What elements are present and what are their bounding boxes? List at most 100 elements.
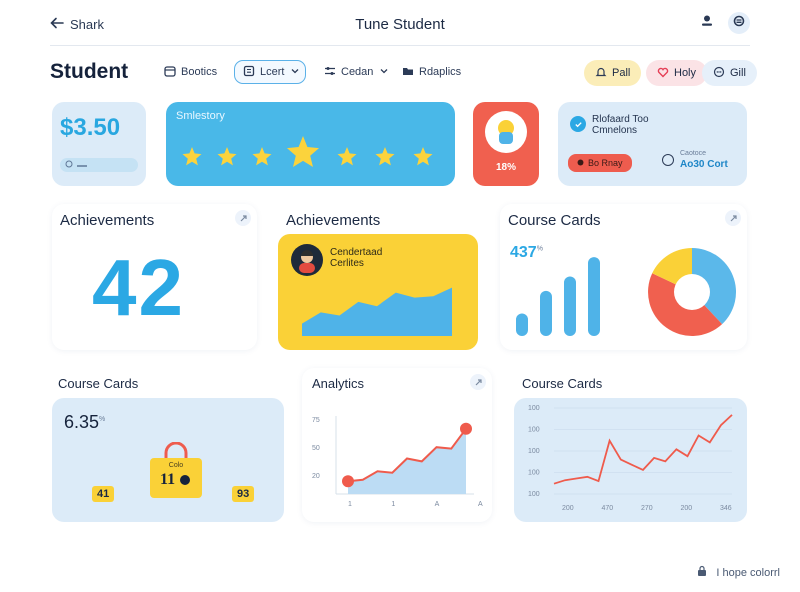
- line-chart: 100 100 100 100 100 200 470 270 200 346: [528, 405, 733, 512]
- expand-icon[interactable]: [235, 210, 251, 226]
- page-title: Student: [50, 60, 129, 83]
- y-tick-label: 100: [528, 470, 540, 477]
- folder-icon: [402, 65, 414, 80]
- holy-button[interactable]: Holy: [646, 60, 708, 86]
- footer-text: I hope colorrl: [716, 566, 780, 579]
- red-action-label: Bo Rnay: [588, 158, 623, 168]
- y-tick-label: 100: [528, 448, 540, 455]
- dot-icon: [180, 475, 190, 485]
- star-rating[interactable]: [166, 132, 455, 174]
- chip-label: Cedan: [341, 66, 374, 78]
- chip-rdaplics[interactable]: Rdaplics: [394, 60, 469, 84]
- donut-chart: [648, 248, 737, 336]
- pall-button[interactable]: Pall: [584, 60, 642, 86]
- info-line-1: Rlofaard Too: [592, 114, 649, 125]
- course-cards-small: Course Cards 6.35% 41 Colo 11 93: [52, 368, 284, 522]
- medal-icon: [485, 111, 527, 153]
- settings-button[interactable]: [728, 12, 750, 34]
- analytics-title: Analytics: [312, 376, 365, 391]
- gill-button[interactable]: Gill: [702, 60, 757, 86]
- lock-caption: Colo: [168, 462, 184, 469]
- rating-label: Smlestory: [176, 110, 225, 122]
- lock-icon: Colo 11: [150, 442, 202, 498]
- y-tick-label: 100: [528, 491, 540, 498]
- course-cards-title: Course Cards: [508, 212, 601, 229]
- y-tick-label: 100: [528, 427, 540, 434]
- chip-label: Lcert: [260, 66, 285, 78]
- x-tick-label: 200: [562, 505, 574, 512]
- app-title: Tune Student: [355, 16, 445, 33]
- donut-hole: [674, 274, 710, 310]
- achievements-title: Achievements: [286, 212, 381, 229]
- chip-label: Bootics: [181, 66, 218, 78]
- y-tick-label: 50: [312, 445, 320, 452]
- calendar-icon: [164, 65, 176, 80]
- course-cards-card: Course Cards 437%: [500, 204, 747, 350]
- progress-dash: [77, 161, 87, 170]
- bell-icon: [595, 66, 607, 81]
- money-progress: [60, 158, 138, 172]
- area-series: [302, 287, 452, 336]
- chevron-down-icon: [378, 65, 390, 80]
- chip-bootics[interactable]: Bootics: [156, 60, 225, 84]
- course-value-panel: 6.35% 41 Colo 11 93: [52, 398, 284, 522]
- yellow-chart-panel: Cendertaad Cerlites: [278, 234, 478, 350]
- analytics-card: Analytics 75 50 20 1 1 A A: [302, 368, 492, 522]
- course-cards-title: Course Cards: [58, 376, 139, 391]
- chip-label: Rdaplics: [419, 66, 462, 78]
- x-tick-label: 200: [681, 505, 693, 512]
- small-caption: Caotoce: [680, 150, 707, 157]
- heart-icon: [657, 66, 669, 81]
- small-value: Ao30 Cort: [680, 159, 728, 170]
- star-icon: [337, 147, 357, 166]
- big-number: 42: [92, 243, 185, 332]
- superscript-mark: %: [99, 416, 106, 423]
- info-icon: [65, 160, 73, 170]
- x-tick-label: 1: [391, 501, 395, 508]
- x-tick-label: 1: [348, 501, 352, 508]
- x-tick-label: 470: [602, 505, 614, 512]
- chip-cedan[interactable]: Cedan: [316, 60, 398, 84]
- record-icon: [577, 158, 584, 168]
- line-chart-panel: 100 100 100 100 100 200 470 270 200 346: [514, 398, 747, 522]
- money-value: $3.50: [60, 114, 121, 141]
- course-value-number: 6.35: [64, 412, 100, 432]
- rating-card: Smlestory: [166, 102, 455, 186]
- red-action-button[interactable]: Bo Rnay: [568, 154, 632, 172]
- check-icon: [570, 116, 586, 132]
- chart-label-2: Cerlites: [330, 258, 364, 269]
- lock-body: Colo 11: [150, 458, 202, 498]
- chevron-down-icon: [289, 65, 301, 80]
- y-tick-label: 100: [528, 405, 540, 412]
- pill-label: Gill: [730, 67, 746, 79]
- area-chart: [302, 287, 452, 336]
- bar: [516, 313, 528, 336]
- expand-icon[interactable]: [470, 374, 486, 390]
- star-icon: [182, 147, 202, 166]
- course-value: 6.35%: [64, 412, 105, 433]
- expand-icon[interactable]: [725, 210, 741, 226]
- info-line-2: Cmnelons: [592, 125, 638, 136]
- chip-lcert[interactable]: Lcert: [234, 60, 306, 84]
- bar: [588, 257, 600, 336]
- avatar[interactable]: [291, 244, 323, 276]
- course-cards-title: Course Cards: [522, 376, 603, 391]
- settings-icon: [732, 14, 746, 33]
- top-actions: [700, 12, 750, 34]
- data-point: [460, 422, 472, 435]
- bar: [564, 276, 576, 336]
- sliders-icon: [324, 65, 336, 80]
- achievements-title: Achievements: [60, 212, 155, 229]
- list-icon: [243, 65, 255, 80]
- chart-label-1: Cendertaad: [330, 247, 383, 258]
- user-icon[interactable]: [700, 14, 714, 33]
- area-series: [348, 428, 466, 494]
- footer: I hope colorrl: [696, 565, 780, 580]
- course-cards-line-card: Course Cards 100 100 100 100 100 200 470 270 200…: [514, 368, 747, 522]
- star-icon: [252, 147, 272, 166]
- pill-label: Pall: [612, 67, 631, 79]
- tag-right: 93: [232, 486, 255, 502]
- y-tick-label: 75: [312, 417, 320, 424]
- x-tick-label: 270: [641, 505, 653, 512]
- top-bar: Shark Tune Student: [50, 10, 750, 46]
